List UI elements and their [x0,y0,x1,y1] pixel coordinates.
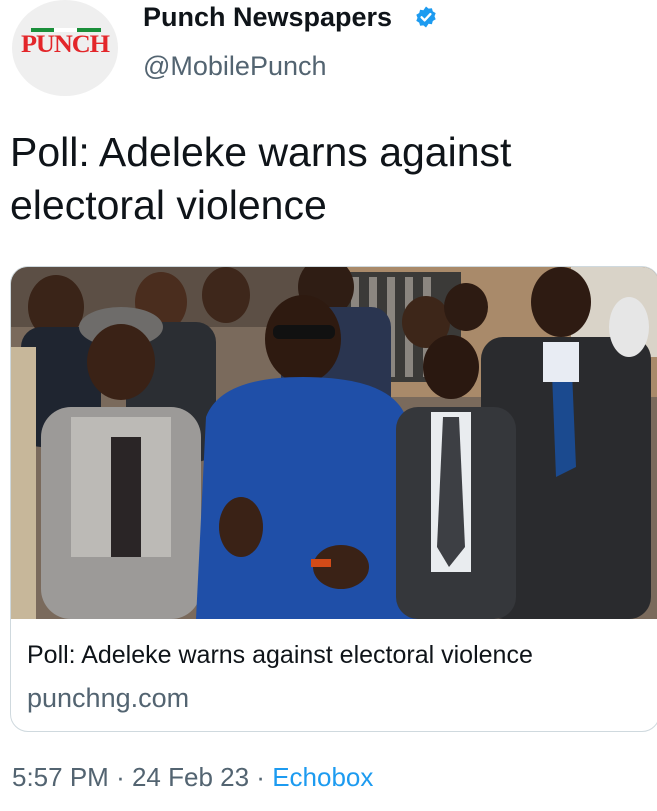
tweet-source-link[interactable]: Echobox [272,762,373,792]
link-card[interactable]: Poll: Adeleke warns against electoral vi… [10,266,657,732]
meta-separator: · [116,762,125,792]
card-domain[interactable]: punchng.com [27,683,189,714]
verified-badge-icon [416,6,436,28]
avatar-logo-text: PUNCH [20,31,110,58]
card-photo-illustration [11,267,657,619]
tweet-time[interactable]: 5:57 PM [12,762,109,792]
tweet-header: PUNCH Punch Newspapers @MobilePunch [0,0,657,110]
card-image[interactable] [11,267,657,619]
avatar[interactable]: PUNCH [12,0,118,96]
meta-separator: · [256,762,265,792]
tweet-meta: 5:57 PM · 24 Feb 23 · Echobox [12,762,373,793]
author-name[interactable]: Punch Newspapers [143,2,392,33]
author-handle[interactable]: @MobilePunch [143,51,327,82]
card-title[interactable]: Poll: Adeleke warns against electoral vi… [27,641,533,670]
tweet-text: Poll: Adeleke warns against electoral vi… [10,129,512,228]
tweet-date[interactable]: 24 Feb 23 [132,762,249,792]
